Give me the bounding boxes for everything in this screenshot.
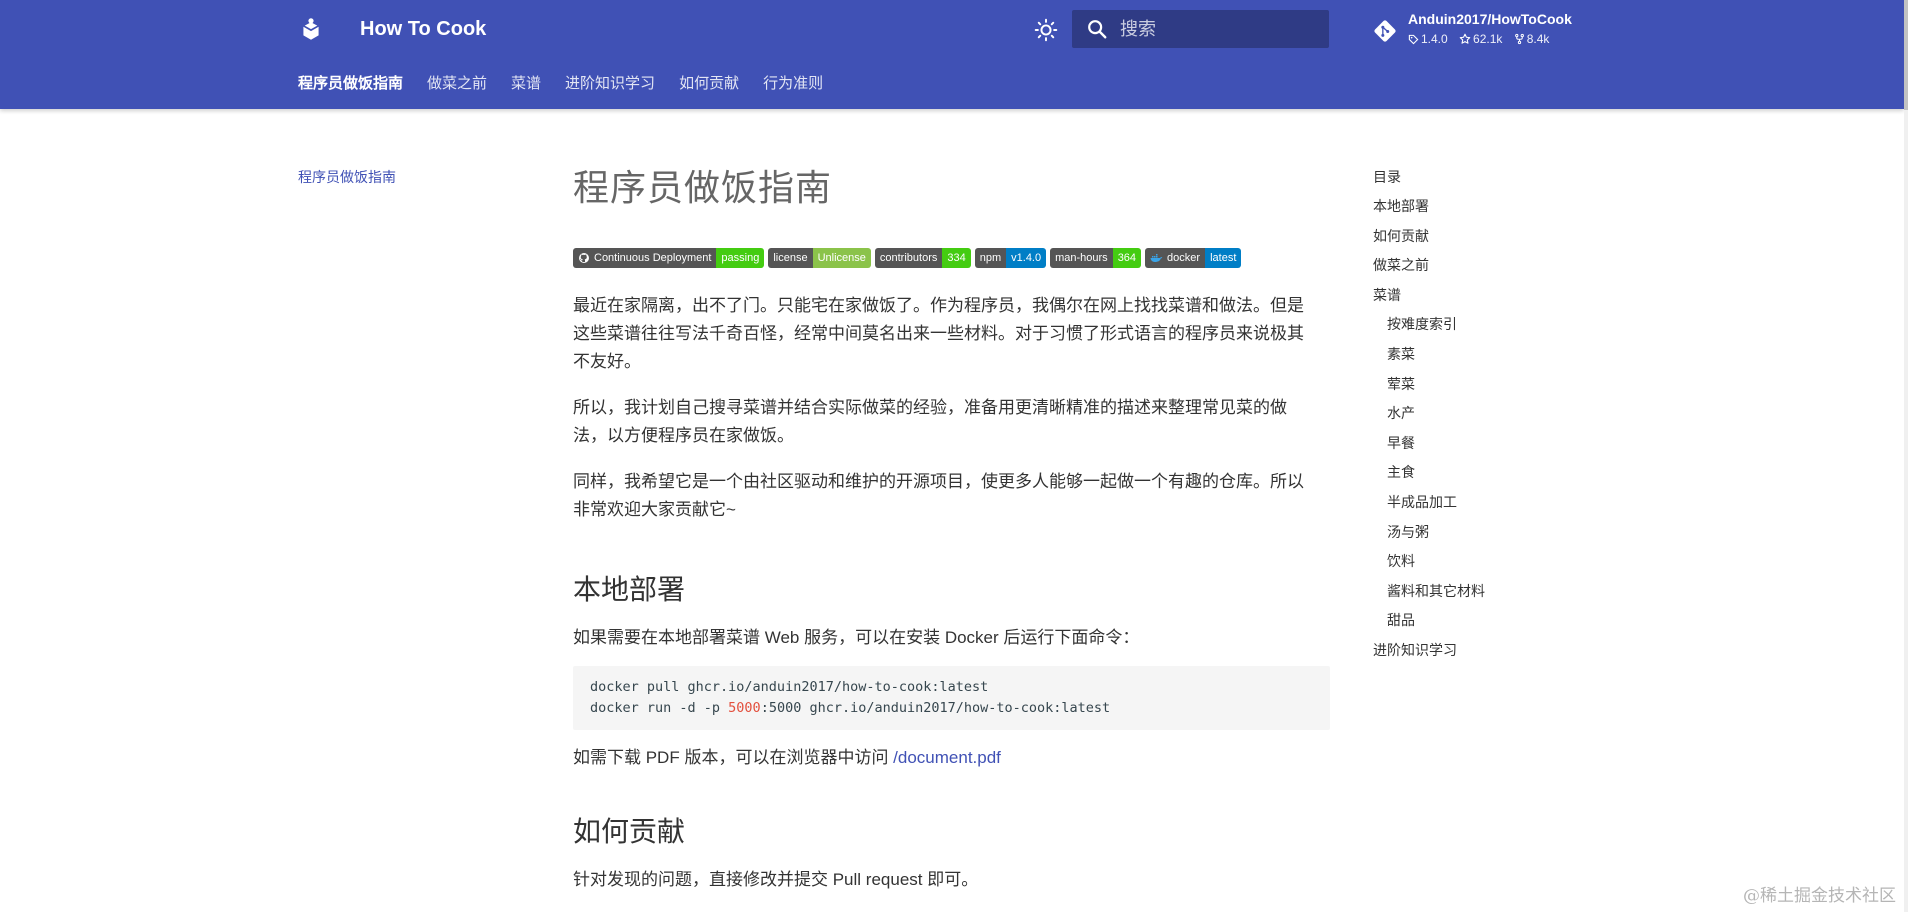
repo-version: 1.4.0 (1408, 32, 1448, 46)
github-icon (579, 253, 589, 263)
book-logo-icon[interactable] (298, 17, 324, 43)
badge-value: 364 (1112, 248, 1142, 268)
pdf-text: 如需下载 PDF 版本，可以在浏览器中访问 (573, 748, 894, 767)
tab-before-cooking[interactable]: 做菜之前 (427, 72, 487, 93)
repo-stars: 62.1k (1459, 32, 1502, 46)
badge-label: npm (974, 248, 1007, 268)
text-line: 法，以方便程序员在家做饭。 (573, 426, 794, 445)
pdf-link[interactable]: /document.pdf (893, 748, 1001, 767)
code-line-run: docker run -d -p 5000:5000 ghcr.io/andui… (590, 698, 1313, 719)
git-icon (1374, 20, 1396, 42)
site-header: How To Cook 搜索 Anduin2017/HowToCook 1.4.… (0, 0, 1904, 109)
toc-title: 目录 (1373, 169, 1401, 185)
code-text: docker run -d -p (590, 700, 729, 716)
badge-continuous-deployment[interactable]: Continuous Deployment passing (573, 248, 765, 268)
badge-value: 334 (942, 248, 971, 268)
heading-local-deploy: 本地部署 (573, 574, 686, 605)
intro-paragraph-3: 同样，我希望它是一个由社区驱动和维护的开源项目，使更多人能够一起做一个有趣的仓库… (573, 468, 1330, 524)
search-input[interactable]: 搜索 (1072, 10, 1329, 48)
main-content: 程序员做饭指南 Continuous Deployment passing li… (573, 160, 1330, 894)
toc-item-how-to-contribute[interactable]: 如何贡献 (1373, 224, 1485, 248)
tab-how-to-contribute[interactable]: 如何贡献 (679, 72, 739, 93)
badge-value: latest (1205, 248, 1242, 268)
badge-value: v1.4.0 (1006, 248, 1047, 268)
badge-value: Unlicense (812, 248, 871, 268)
scrollbar-thumb[interactable] (1904, 0, 1908, 110)
toc-item-advanced-knowledge[interactable]: 进阶知识学习 (1373, 638, 1485, 662)
badge-license[interactable]: license Unlicense (768, 248, 871, 268)
toc-item-local-deploy[interactable]: 本地部署 (1373, 194, 1485, 218)
toc-item-staple-food[interactable]: 主食 (1373, 460, 1485, 484)
badge-label: docker (1145, 248, 1206, 268)
badge-label: license (768, 248, 813, 268)
badge-row: Continuous Deployment passing license Un… (573, 248, 1330, 268)
tab-programmer-cooking-guide[interactable]: 程序员做饭指南 (298, 72, 403, 93)
repo-facts: 1.4.0 62.1k 8.4k (1408, 32, 1557, 46)
toc-item-recipes[interactable]: 菜谱 (1373, 283, 1485, 307)
text-line: 所以，我计划自己搜寻菜谱并结合实际做菜的经验，准备用更清晰精准的描述来整理常见菜… (573, 398, 1287, 417)
watermark: @稀土掘金技术社区 (1743, 886, 1896, 906)
badge-label: Continuous Deployment (573, 248, 717, 268)
code-port-number: 5000 (728, 700, 761, 716)
search-placeholder: 搜索 (1120, 19, 1156, 39)
toc-item-soup-porridge[interactable]: 汤与粥 (1373, 520, 1485, 544)
intro-paragraph-1: 最近在家隔离，出不了门。只能宅在家做饭了。作为程序员，我偶尔在网上找找菜谱和做法… (573, 292, 1330, 376)
intro-paragraph-2: 所以，我计划自己搜寻菜谱并结合实际做菜的经验，准备用更清晰精准的描述来整理常见菜… (573, 394, 1330, 450)
tag-icon (1408, 34, 1419, 45)
heading-how-to-contribute: 如何贡献 (573, 816, 686, 847)
page-viewport: How To Cook 搜索 Anduin2017/HowToCook 1.4.… (0, 0, 1904, 912)
page-title: 程序员做饭指南 (573, 167, 833, 208)
badge-docker[interactable]: docker latest (1145, 248, 1242, 268)
text-line: 非常欢迎大家贡献它~ (573, 500, 736, 519)
badge-label-text: docker (1167, 252, 1201, 264)
brightness-toggle-icon[interactable] (1033, 17, 1059, 43)
toc-item-drinks[interactable]: 饮料 (1373, 549, 1485, 573)
badge-npm[interactable]: npm v1.4.0 (974, 248, 1047, 268)
repo-forks-value: 8.4k (1526, 32, 1550, 46)
text-line: 不友好。 (573, 352, 641, 371)
badge-label: man-hours (1050, 248, 1113, 268)
repo-forks: 8.4k (1514, 32, 1550, 46)
star-icon (1459, 33, 1471, 44)
repo-name: Anduin2017/HowToCook (1408, 11, 1572, 27)
badge-contributors[interactable]: contributors 334 (874, 248, 971, 268)
badge-man-hours[interactable]: man-hours 364 (1050, 248, 1142, 268)
code-line-pull: docker pull ghcr.io/anduin2017/how-to-co… (590, 679, 989, 695)
toc-item-meat-dishes[interactable]: 荤菜 (1373, 372, 1485, 396)
badge-label: contributors (874, 248, 943, 268)
toc-item-semi-finished[interactable]: 半成品加工 (1373, 490, 1485, 514)
contribute-paragraph: 针对发现的问题，直接修改并提交 Pull request 即可。 (573, 870, 979, 889)
toc-item-sauces[interactable]: 酱料和其它材料 (1373, 579, 1485, 603)
badge-value: passing (716, 248, 765, 268)
vertical-scrollbar[interactable] (1904, 0, 1908, 912)
table-of-contents: 目录 本地部署 如何贡献 做菜之前 菜谱 按难度索引 素菜 荤菜 水产 早餐 主… (1373, 165, 1485, 668)
toc-item-desserts[interactable]: 甜品 (1373, 608, 1485, 632)
left-nav-item-guide[interactable]: 程序员做饭指南 (298, 167, 396, 187)
badge-label-text: Continuous Deployment (594, 252, 712, 264)
pdf-paragraph: 如需下载 PDF 版本，可以在浏览器中访问 /document.pdf (573, 744, 1330, 772)
tab-advanced-knowledge[interactable]: 进阶知识学习 (565, 72, 655, 93)
repo-version-value: 1.4.0 (1421, 32, 1448, 46)
repository-link[interactable]: Anduin2017/HowToCook 1.4.0 62.1k 8.4k (1372, 10, 1582, 50)
fork-icon (1514, 33, 1524, 45)
tab-code-of-conduct[interactable]: 行为准则 (763, 72, 823, 93)
toc-item-before-cooking[interactable]: 做菜之前 (1373, 253, 1485, 277)
header-tabs: 程序员做饭指南 做菜之前 菜谱 进阶知识学习 如何贡献 行为准则 (298, 72, 847, 96)
tab-recipes[interactable]: 菜谱 (511, 72, 541, 93)
search-icon (1088, 20, 1107, 39)
toc-item-vegetable-dishes[interactable]: 素菜 (1373, 342, 1485, 366)
toc-item-by-difficulty[interactable]: 按难度索引 (1373, 312, 1485, 336)
toc-item-seafood[interactable]: 水产 (1373, 401, 1485, 425)
repo-stars-value: 62.1k (1473, 32, 1503, 46)
docker-icon (1150, 254, 1163, 262)
text-line: 这些菜谱往往写法千奇百怪，经常中间莫名出来一些材料。对于习惯了形式语言的程序员来… (573, 324, 1304, 343)
toc-item-breakfast[interactable]: 早餐 (1373, 431, 1485, 455)
site-title[interactable]: How To Cook (360, 14, 486, 44)
code-text: :5000 ghcr.io/anduin2017/how-to-cook:lat… (760, 700, 1111, 716)
code-block[interactable]: docker pull ghcr.io/anduin2017/how-to-co… (573, 666, 1330, 730)
text-line: 同样，我希望它是一个由社区驱动和维护的开源项目，使更多人能够一起做一个有趣的仓库… (573, 472, 1304, 491)
text-line: 最近在家隔离，出不了门。只能宅在家做饭了。作为程序员，我偶尔在网上找找菜谱和做法… (573, 296, 1304, 315)
local-deploy-intro: 如果需要在本地部署菜谱 Web 服务，可以在安装 Docker 后运行下面命令： (573, 628, 1140, 647)
